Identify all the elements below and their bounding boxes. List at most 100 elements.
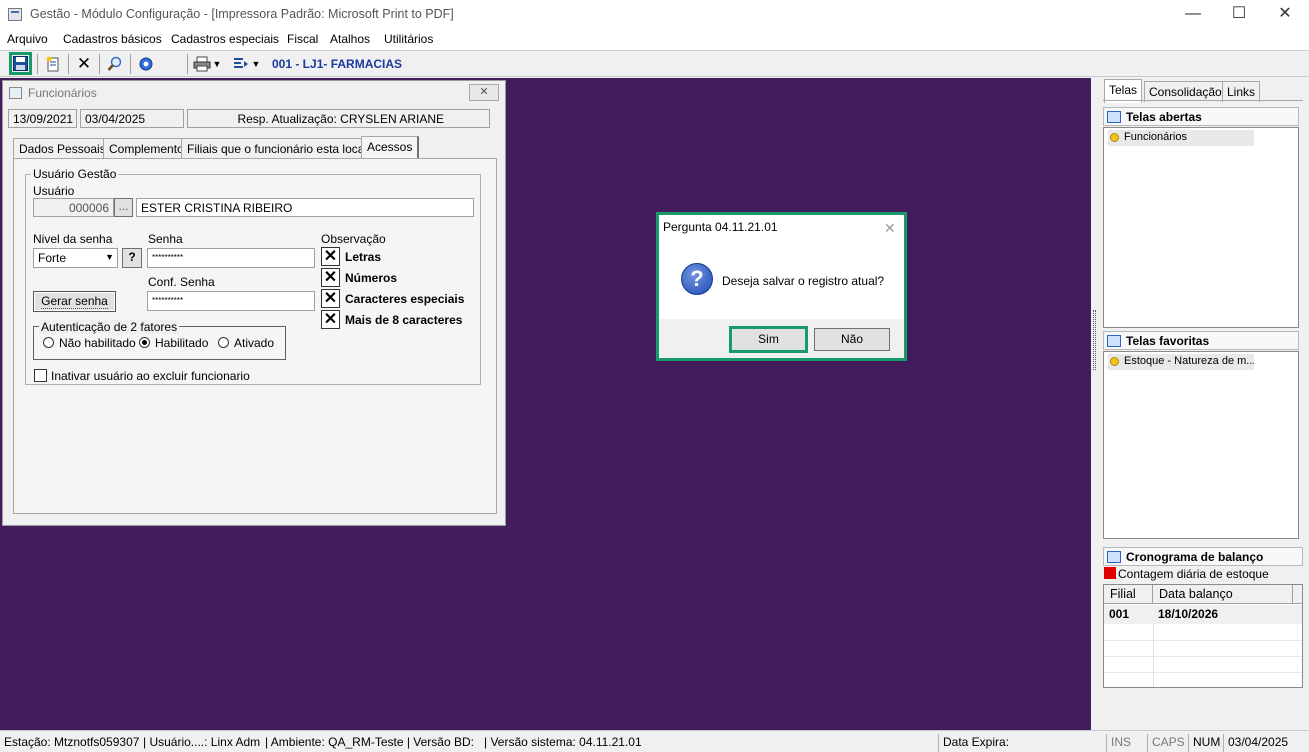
table-row[interactable]: 001 18/10/2026 bbox=[1104, 605, 1302, 624]
telas-abertas-title: Telas abertas bbox=[1126, 110, 1202, 124]
status-usuario: | Usuário....: Linx Adm bbox=[143, 735, 261, 749]
mais-8-caracteres-checkbox[interactable]: ✕ bbox=[321, 310, 340, 329]
list-item[interactable]: Estoque - Natureza de m... bbox=[1108, 354, 1254, 370]
tab-consolidacao[interactable]: Consolidação bbox=[1144, 81, 1227, 102]
gerar-senha-button[interactable]: Gerar senha bbox=[33, 291, 116, 312]
confirm-dialog: Pergunta 04.11.21.01 ✕ ? Deseja salvar o… bbox=[656, 212, 907, 361]
senha-label: Senha bbox=[148, 232, 183, 246]
question-icon: ? bbox=[681, 263, 713, 295]
minimize-button[interactable]: — bbox=[1170, 0, 1216, 30]
tab-acessos[interactable]: Acessos bbox=[361, 136, 420, 159]
cell-data-balanco: 18/10/2026 bbox=[1158, 607, 1219, 621]
tab-links[interactable]: Links bbox=[1222, 81, 1261, 102]
tab-dados-pessoais[interactable]: Dados Pessoais bbox=[13, 138, 112, 158]
search-icon bbox=[107, 56, 122, 71]
nao-button[interactable]: Não bbox=[814, 328, 890, 351]
menu-bar: Arquivo Cadastros básicos Cadastros espe… bbox=[0, 30, 1309, 50]
print-button[interactable] bbox=[191, 53, 213, 75]
status-versao: | Versão sistema: 04.11.21.01 bbox=[484, 735, 642, 749]
usuario-name-field[interactable]: ESTER CRISTINA RIBEIRO bbox=[136, 198, 474, 217]
menu-fiscal[interactable]: Fiscal bbox=[287, 32, 318, 46]
menu-utilitarios[interactable]: Utilitários bbox=[384, 32, 433, 46]
nivel-senha-value: Forte bbox=[38, 251, 67, 265]
print-icon bbox=[193, 56, 211, 72]
windows-icon bbox=[1107, 551, 1121, 563]
save-icon bbox=[13, 56, 28, 71]
store-label: 001 - LJ1- FARMACIAS bbox=[272, 57, 403, 71]
cronograma-title: Cronograma de balanço bbox=[1126, 550, 1264, 564]
refresh-button[interactable] bbox=[135, 53, 157, 75]
status-estacao: Estação: Mtznotfs059307 bbox=[4, 735, 140, 749]
search-button[interactable] bbox=[104, 53, 126, 75]
menu-cadastros-basicos[interactable]: Cadastros básicos bbox=[63, 32, 162, 46]
caracteres-especiais-label: Caracteres especiais bbox=[345, 292, 465, 306]
usuario-gestao-label: Usuário Gestão bbox=[31, 167, 119, 181]
sim-button[interactable]: Sim bbox=[729, 326, 808, 353]
resp-atualizacao-field: Resp. Atualização: CRYSLEN ARIANE bbox=[187, 109, 490, 128]
funcionarios-close-button[interactable]: ✕ bbox=[469, 84, 499, 101]
auth-nao-habilitado-radio[interactable] bbox=[43, 337, 54, 348]
inativar-checkbox[interactable] bbox=[34, 369, 47, 382]
delete-button[interactable]: ✕ bbox=[73, 53, 95, 75]
save-button[interactable] bbox=[9, 52, 32, 75]
app-icon bbox=[8, 8, 22, 21]
auth-2fa-label: Autenticação de 2 fatores bbox=[39, 320, 180, 334]
legend-swatch bbox=[1104, 567, 1116, 579]
dialog-close-button[interactable]: ✕ bbox=[884, 220, 896, 237]
print-dropdown[interactable]: ▼ bbox=[211, 53, 223, 75]
export-dropdown[interactable]: ▼ bbox=[250, 53, 262, 75]
window-title: Gestão - Módulo Configuração - [Impresso… bbox=[30, 7, 454, 21]
numeros-checkbox[interactable]: ✕ bbox=[321, 268, 340, 287]
usuario-code-field[interactable]: 000006 bbox=[33, 198, 114, 217]
menu-arquivo[interactable]: Arquivo bbox=[7, 32, 48, 46]
help-button[interactable]: ? bbox=[122, 248, 142, 268]
panel-splitter[interactable] bbox=[1091, 78, 1099, 730]
letras-label: Letras bbox=[345, 250, 382, 264]
status-num: NUM bbox=[1188, 734, 1224, 752]
close-button[interactable]: ✕ bbox=[1262, 0, 1308, 30]
col-filial[interactable]: Filial bbox=[1104, 585, 1153, 604]
tab-complemento[interactable]: Complemento bbox=[103, 138, 190, 158]
status-ambiente: | Ambiente: QA_RM-Teste | Versão BD: bbox=[265, 735, 474, 749]
dialog-message: Deseja salvar o registro atual? bbox=[722, 274, 885, 288]
maximize-button[interactable]: ☐ bbox=[1216, 0, 1262, 30]
export-button[interactable] bbox=[230, 53, 252, 75]
menu-cadastros-especiais[interactable]: Cadastros especiais bbox=[171, 32, 279, 46]
auth-habilitado-label: Habilitado bbox=[155, 336, 209, 350]
telas-favoritas-header: Telas favoritas bbox=[1103, 331, 1299, 350]
chevron-down-icon: ▼ bbox=[105, 252, 114, 262]
date-updated-field: 03/04/2025 bbox=[80, 109, 184, 128]
table-header: Filial Data balanço bbox=[1104, 585, 1302, 604]
window-dot-icon bbox=[1110, 133, 1119, 142]
toolbar: ✕ ▼ ▼ 001 - LJ1- FARMACIAS bbox=[0, 50, 1309, 77]
funcionarios-title: Funcionários bbox=[28, 86, 97, 100]
status-caps: CAPS bbox=[1147, 734, 1189, 752]
caracteres-especiais-checkbox[interactable]: ✕ bbox=[321, 289, 340, 308]
usuario-lookup-button[interactable]: ... bbox=[114, 198, 133, 217]
funcionarios-title-bar[interactable]: Funcionários ✕ bbox=[3, 81, 505, 105]
mais-8-caracteres-label: Mais de 8 caracteres bbox=[345, 313, 463, 327]
auth-ativado-radio[interactable] bbox=[218, 337, 229, 348]
letras-checkbox[interactable]: ✕ bbox=[321, 247, 340, 266]
nivel-senha-select[interactable]: Forte ▼ bbox=[33, 248, 118, 268]
dialog-title: Pergunta 04.11.21.01 bbox=[663, 220, 778, 234]
new-document-button[interactable] bbox=[42, 53, 64, 75]
list-item[interactable]: Funcionários bbox=[1108, 130, 1254, 146]
delete-icon: ✕ bbox=[76, 54, 92, 73]
chevron-down-icon: ▼ bbox=[251, 59, 261, 69]
status-ins: INS bbox=[1106, 734, 1135, 752]
title-bar: Gestão - Módulo Configuração - [Impresso… bbox=[0, 0, 1309, 30]
usuario-label: Usuário bbox=[33, 184, 75, 198]
col-data-balanco[interactable]: Data balanço bbox=[1153, 585, 1293, 604]
conf-senha-field[interactable]: ********** bbox=[147, 291, 315, 311]
inativar-label: Inativar usuário ao excluir funcionario bbox=[51, 369, 250, 383]
telas-abertas-list: Funcionários bbox=[1103, 127, 1299, 328]
menu-atalhos[interactable]: Atalhos bbox=[330, 32, 370, 46]
auth-habilitado-radio[interactable] bbox=[139, 337, 150, 348]
status-date: 03/04/2025 bbox=[1223, 734, 1292, 752]
windows-icon bbox=[1107, 111, 1121, 123]
tab-filiais[interactable]: Filiais que o funcionário esta locado bbox=[181, 138, 384, 158]
auth-nao-habilitado-label: Não habilitado bbox=[59, 336, 136, 350]
observacao-label: Observação bbox=[321, 232, 386, 246]
senha-field[interactable]: ********** bbox=[147, 248, 315, 268]
